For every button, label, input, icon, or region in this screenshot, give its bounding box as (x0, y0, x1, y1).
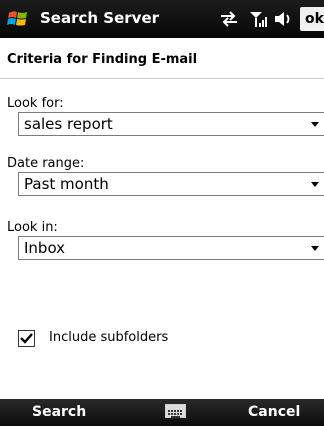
data-connection-icon[interactable] (218, 9, 240, 29)
ok-button[interactable]: ok (300, 7, 324, 31)
look-for-value: sales report (24, 115, 113, 133)
include-subfolders-label[interactable]: Include subfolders (49, 330, 168, 345)
signal-strength-icon[interactable] (248, 9, 268, 29)
dropdown-arrow-icon (311, 122, 319, 127)
date-range-label: Date range: (7, 156, 85, 171)
cancel-softkey[interactable]: Cancel (248, 404, 300, 420)
date-range-dropdown[interactable]: Past month (18, 172, 324, 196)
look-in-value: Inbox (24, 239, 66, 257)
look-in-label: Look in: (7, 220, 58, 235)
dropdown-arrow-icon (311, 182, 319, 187)
checkmark-icon (20, 333, 33, 344)
dropdown-arrow-icon (311, 246, 319, 251)
app-title: Search Server (40, 9, 160, 27)
search-softkey[interactable]: Search (32, 404, 86, 420)
include-subfolders-checkbox[interactable] (18, 330, 35, 347)
title-bar: Search Server ok (0, 0, 324, 38)
speaker-icon[interactable] (273, 9, 295, 29)
keyboard-keys-icon (168, 410, 182, 418)
page-title: Criteria for Finding E-mail (7, 52, 198, 67)
windows-logo-icon[interactable] (6, 7, 30, 31)
look-for-label: Look for: (7, 96, 64, 111)
keyboard-icon[interactable] (165, 404, 186, 418)
softkey-bar: Search Cancel (0, 399, 324, 426)
page-header: Criteria for Finding E-mail (0, 40, 324, 79)
date-range-value: Past month (24, 175, 109, 193)
look-in-dropdown[interactable]: Inbox (18, 236, 324, 260)
look-for-dropdown[interactable]: sales report (18, 112, 324, 136)
